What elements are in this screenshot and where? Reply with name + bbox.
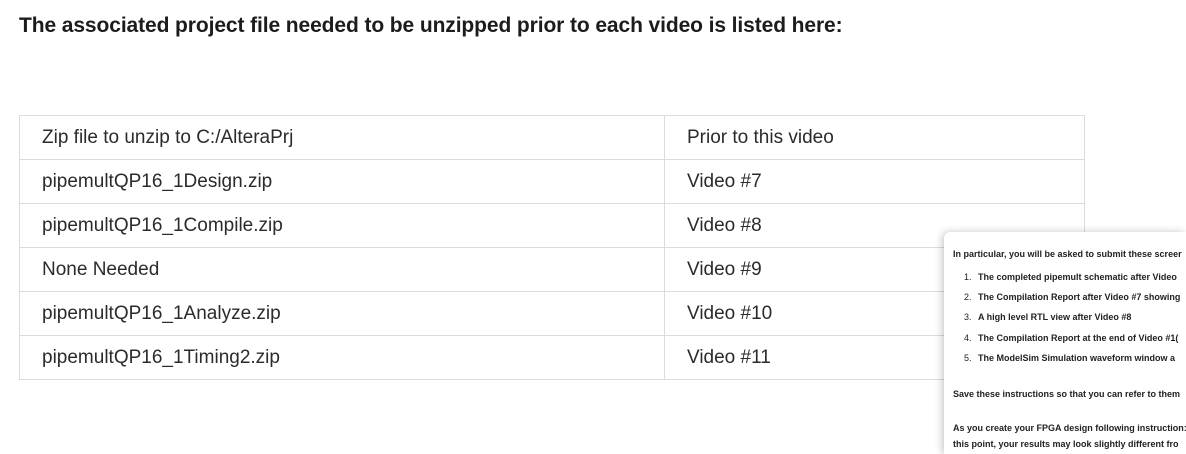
list-item: The Compilation Report at the end of Vid… (978, 333, 1179, 343)
overlay-paragraph-line: this point, your results may look slight… (953, 439, 1179, 449)
table-row: pipemultQP16_1Design.zip Video #7 (19, 159, 1085, 204)
zip-file-cell: pipemultQP16_1Compile.zip (19, 203, 665, 248)
list-number: 3. (964, 312, 972, 322)
header-prior-video: Prior to this video (664, 115, 1085, 160)
zip-file-cell: None Needed (19, 247, 665, 292)
table-row: None Needed Video #9 (19, 247, 1085, 292)
list-item: The Compilation Report after Video #7 sh… (978, 292, 1181, 302)
overlay-intro: In particular, you will be asked to subm… (953, 249, 1182, 259)
table-header-row: Zip file to unzip to C:/AlteraPrj Prior … (19, 115, 1085, 160)
list-number: 4. (964, 333, 972, 343)
list-item: The ModelSim Simulation waveform window … (978, 353, 1176, 363)
list-number: 2. (964, 292, 972, 302)
instructions-preview-panel[interactable]: In particular, you will be asked to subm… (944, 232, 1186, 454)
list-number: 1. (964, 272, 972, 282)
overlay-save-note: Save these instructions so that you can … (953, 389, 1181, 399)
table-row: pipemultQP16_1Timing2.zip Video #11 (19, 335, 1085, 380)
zip-files-table: Zip file to unzip to C:/AlteraPrj Prior … (19, 115, 1085, 380)
header-zip-file: Zip file to unzip to C:/AlteraPrj (19, 115, 665, 160)
zip-file-cell: pipemultQP16_1Analyze.zip (19, 291, 665, 336)
list-number: 5. (964, 353, 972, 363)
overlay-paragraph-line: As you create your FPGA design following… (953, 423, 1186, 433)
zip-file-cell: pipemultQP16_1Timing2.zip (19, 335, 665, 380)
table-row: pipemultQP16_1Analyze.zip Video #10 (19, 291, 1085, 336)
zip-file-cell: pipemultQP16_1Design.zip (19, 159, 665, 204)
video-cell: Video #7 (664, 159, 1085, 204)
list-item: The completed pipemult schematic after V… (978, 272, 1177, 282)
table-row: pipemultQP16_1Compile.zip Video #8 (19, 203, 1085, 248)
list-item: A high level RTL view after Video #8 (978, 312, 1132, 322)
page-heading: The associated project file needed to be… (19, 14, 843, 37)
